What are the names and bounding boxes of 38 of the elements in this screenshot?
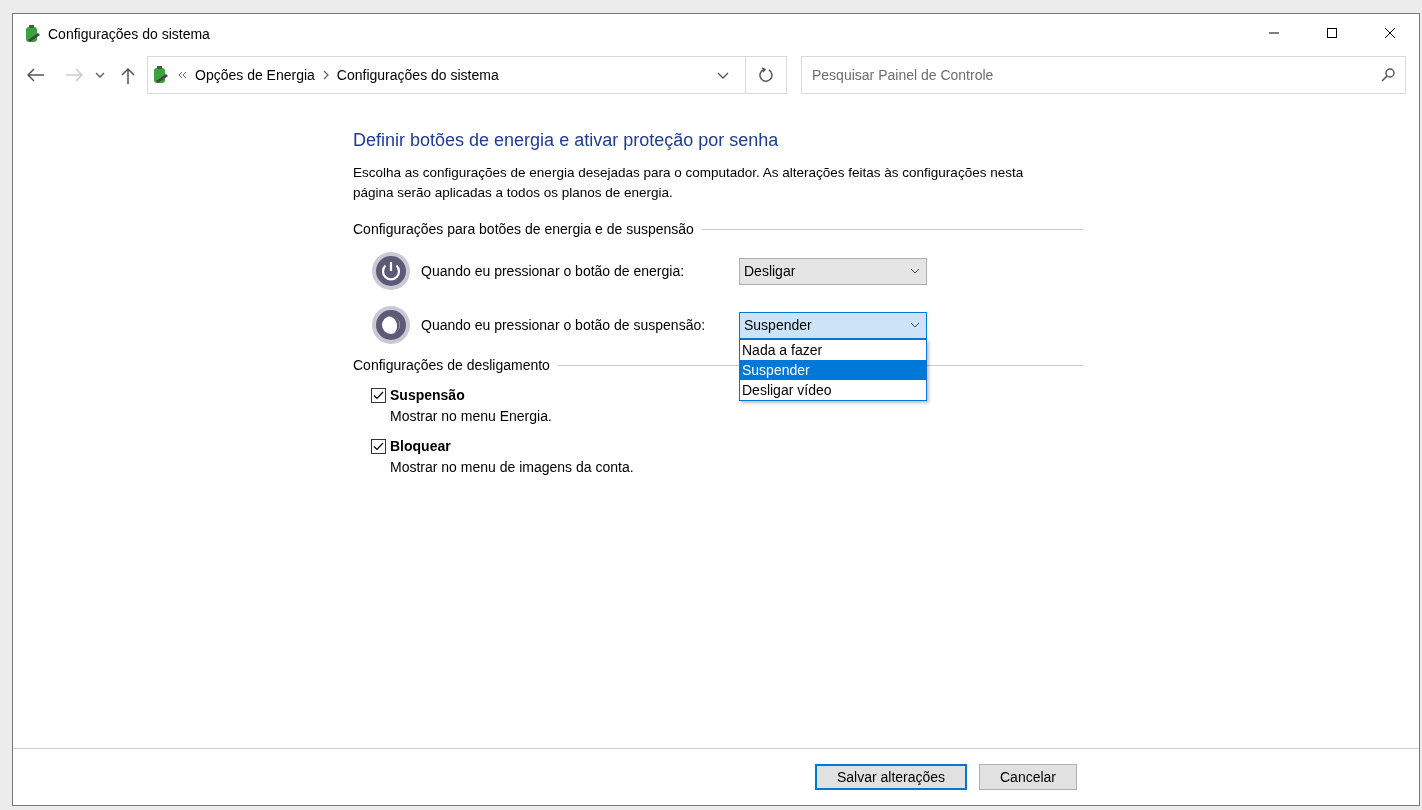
setting-label: Quando eu pressionar o botão de suspensão: bbox=[421, 317, 707, 333]
checkbox[interactable] bbox=[371, 387, 386, 403]
breadcrumb-item[interactable]: Opções de Energia bbox=[195, 67, 315, 83]
maximize-icon bbox=[1326, 27, 1338, 39]
moon-icon bbox=[371, 305, 411, 345]
option-description: Mostrar no menu Energia. bbox=[390, 408, 553, 424]
dropdown-option[interactable]: Suspender bbox=[740, 359, 926, 380]
power-icon bbox=[371, 251, 411, 291]
dialog-button[interactable]: Salvar alterações bbox=[815, 764, 967, 790]
chevron-down-icon bbox=[910, 322, 920, 328]
page-description: Escolha as configurações de energia desejadas para o computador. As alterações feitas às configurações nesta página serão aplicadas a todos os planos de energia. bbox=[353, 164, 1025, 202]
breadcrumb-item[interactable]: Configurações do sistema bbox=[336, 67, 499, 83]
up-arrow-icon[interactable] bbox=[121, 66, 135, 84]
search-icon[interactable] bbox=[1381, 68, 1395, 82]
chevron-down-icon[interactable] bbox=[95, 72, 105, 78]
section-title: Configurações de desligamento bbox=[353, 357, 550, 373]
chevron-right-icon[interactable] bbox=[322, 70, 329, 80]
checkbox-label[interactable]: Suspensão bbox=[390, 387, 465, 403]
dialog-button[interactable]: Cancelar bbox=[979, 764, 1077, 790]
close-icon bbox=[1384, 27, 1396, 39]
checkbox-label[interactable]: Bloquear bbox=[390, 438, 451, 454]
setting-label: Quando eu pressionar o botão de energia: bbox=[421, 263, 686, 279]
section-title: Configurações para botões de energia e de suspensão bbox=[353, 221, 694, 237]
dropdown-option[interactable]: Nada a fazer bbox=[740, 339, 926, 360]
chevron-down-icon bbox=[910, 268, 920, 274]
search-field[interactable]: Pesquisar Painel de Controle bbox=[801, 56, 1406, 94]
chevron-down-icon[interactable] bbox=[717, 71, 729, 79]
option-description: Mostrar no menu de imagens da conta. bbox=[390, 459, 635, 475]
dropdown-option[interactable]: Desligar vídeo bbox=[740, 379, 926, 400]
refresh-icon[interactable] bbox=[758, 67, 774, 83]
dropdown[interactable]: Suspender bbox=[739, 311, 927, 339]
address-bar[interactable]: Opções de Energia Configurações do sistema bbox=[147, 56, 787, 94]
page-heading: Definir botões de energia e ativar proteção por senha bbox=[353, 130, 780, 151]
double-chevron-icon[interactable] bbox=[178, 71, 187, 79]
dropdown[interactable]: Desligar bbox=[739, 257, 927, 285]
window-title: Configurações do sistema bbox=[48, 26, 210, 42]
checkbox[interactable] bbox=[371, 438, 386, 454]
back-arrow-icon[interactable] bbox=[27, 68, 45, 82]
